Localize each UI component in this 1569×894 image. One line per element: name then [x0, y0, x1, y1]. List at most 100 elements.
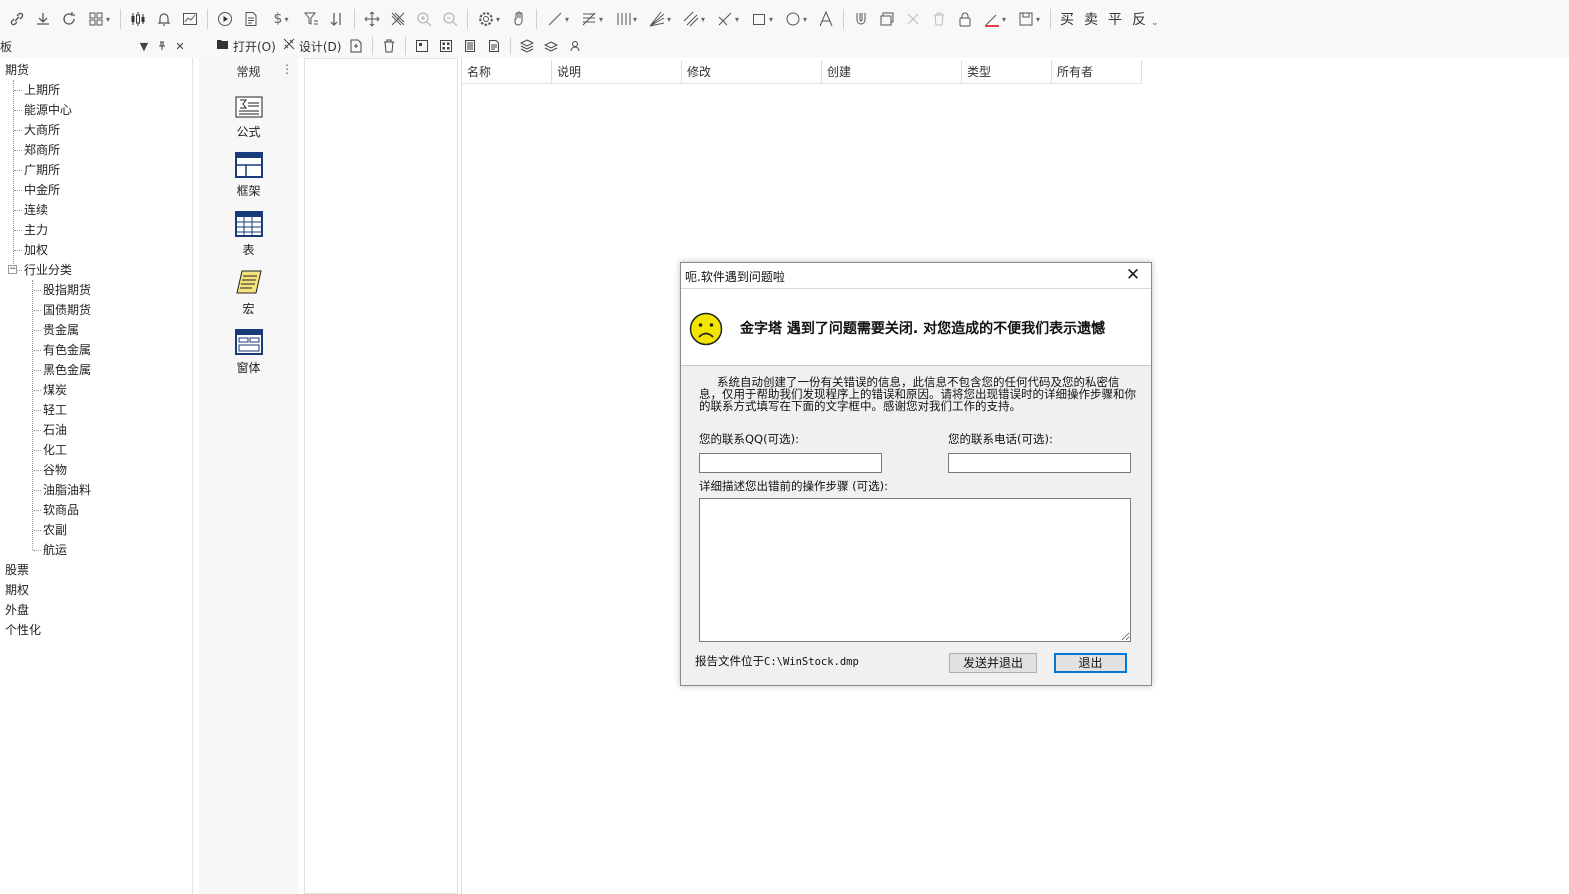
layers-icon[interactable] [875, 7, 899, 31]
tree-item[interactable]: 油脂油料 [0, 480, 192, 500]
collapse-icon[interactable]: − [8, 265, 17, 274]
open-button[interactable]: 打开(O) [213, 36, 279, 56]
table-item[interactable]: 表 [199, 202, 298, 261]
lock-icon[interactable] [953, 7, 977, 31]
pin-icon[interactable] [153, 37, 171, 55]
tree-item-stocks[interactable]: 股票 [0, 560, 192, 580]
design-button[interactable]: 设计(D) [279, 36, 345, 56]
chevron-down-icon[interactable]: ⌄ [1151, 18, 1159, 28]
hand-icon[interactable] [507, 7, 531, 31]
pen-icon[interactable] [979, 7, 1011, 31]
column-header-created[interactable]: 创建 [822, 60, 962, 84]
macro-item[interactable]: 宏 [199, 261, 298, 320]
tree-item-foreign[interactable]: 外盘 [0, 600, 192, 620]
stack-icon[interactable] [515, 36, 539, 56]
zoom-out-icon[interactable] [438, 7, 462, 31]
delete-icon[interactable] [901, 7, 925, 31]
sell-button[interactable]: 卖 [1079, 9, 1103, 29]
candlestick-icon[interactable] [126, 7, 150, 31]
reverse-button[interactable]: 反 [1127, 9, 1151, 29]
fib-icon[interactable] [576, 7, 608, 31]
tree-item-custom[interactable]: 个性化 [0, 620, 192, 640]
grid-icon[interactable] [83, 7, 115, 31]
text-icon[interactable] [814, 7, 838, 31]
new-doc-icon[interactable] [344, 36, 368, 56]
tree-item[interactable]: 轻工 [0, 400, 192, 420]
tree-item[interactable]: 广期所 [0, 160, 192, 180]
frame-item[interactable]: 框架 [199, 143, 298, 202]
dollar-icon[interactable]: $ [265, 7, 297, 31]
trash-icon[interactable] [377, 36, 401, 56]
tree-item[interactable]: 谷物 [0, 460, 192, 480]
chevron-down-icon[interactable]: ▼ [135, 37, 153, 55]
tree-item[interactable]: 大商所 [0, 120, 192, 140]
tree-item-options[interactable]: 期权 [0, 580, 192, 600]
buy-button[interactable]: 买 [1055, 9, 1079, 29]
folder-panel[interactable] [304, 58, 458, 894]
user-icon[interactable] [563, 36, 587, 56]
fan-icon[interactable] [644, 7, 676, 31]
column-header-description[interactable]: 说明 [552, 60, 682, 84]
tree-item[interactable]: 国债期货 [0, 300, 192, 320]
bell-icon[interactable] [152, 7, 176, 31]
tree-item[interactable]: 煤炭 [0, 380, 192, 400]
column-header-name[interactable]: 名称 [462, 60, 552, 84]
zoom-in-icon[interactable] [412, 7, 436, 31]
tree-item[interactable]: 贵金属 [0, 320, 192, 340]
refresh-icon[interactable] [57, 7, 81, 31]
tree-item[interactable]: 石油 [0, 420, 192, 440]
layout-list-icon[interactable] [458, 36, 482, 56]
column-header-type[interactable]: 类型 [962, 60, 1052, 84]
sort-icon[interactable] [325, 7, 349, 31]
tree-item[interactable]: 有色金属 [0, 340, 192, 360]
qq-input[interactable] [699, 453, 882, 473]
tree-item[interactable]: 黑色金属 [0, 360, 192, 380]
parallel-icon[interactable] [678, 7, 710, 31]
tree-item[interactable]: 能源中心 [0, 100, 192, 120]
rect-icon[interactable] [746, 7, 778, 31]
column-header-owner[interactable]: 所有者 [1052, 60, 1142, 84]
layout-detail-icon[interactable] [482, 36, 506, 56]
flat-button[interactable]: 平 [1103, 9, 1127, 29]
circle-icon[interactable] [780, 7, 812, 31]
magnet-icon[interactable] [849, 7, 873, 31]
tree-item[interactable]: 上期所 [0, 80, 192, 100]
layout-small-icon[interactable] [410, 36, 434, 56]
tree-item-industry[interactable]: − 行业分类 [0, 260, 192, 280]
column-header-modified[interactable]: 修改 [682, 60, 822, 84]
tree-item-futures[interactable]: 期货 [0, 60, 192, 80]
window-item[interactable]: 窗体 [199, 320, 298, 379]
stack-down-icon[interactable] [539, 36, 563, 56]
tree-item[interactable]: 软商品 [0, 500, 192, 520]
gear-icon[interactable] [473, 7, 505, 31]
phone-input[interactable] [948, 453, 1131, 473]
pattern-icon[interactable] [386, 7, 410, 31]
close-icon[interactable]: ✕ [171, 37, 189, 55]
tree-item[interactable]: 股指期货 [0, 280, 192, 300]
save-icon[interactable] [1013, 7, 1045, 31]
filter-icon[interactable] [299, 7, 323, 31]
tree-item[interactable]: 郑商所 [0, 140, 192, 160]
vbars-icon[interactable] [610, 7, 642, 31]
chart-icon[interactable] [178, 7, 202, 31]
formula-item[interactable]: 公式 [199, 84, 298, 143]
cross-icon[interactable] [712, 7, 744, 31]
layout-grid-icon[interactable] [434, 36, 458, 56]
tree-item[interactable]: 主力 [0, 220, 192, 240]
play-icon[interactable] [213, 7, 237, 31]
document-icon[interactable] [239, 7, 263, 31]
steps-textarea[interactable] [699, 498, 1131, 642]
close-icon[interactable]: ✕ [1123, 265, 1143, 285]
more-icon[interactable]: ⋮ [281, 62, 293, 76]
tree-item[interactable]: 航运 [0, 540, 192, 560]
tree-item[interactable]: 连续 [0, 200, 192, 220]
trash-icon[interactable] [927, 7, 951, 31]
tree-item[interactable]: 中金所 [0, 180, 192, 200]
tree-item[interactable]: 化工 [0, 440, 192, 460]
line-icon[interactable] [542, 7, 574, 31]
tree-item[interactable]: 加权 [0, 240, 192, 260]
move-icon[interactable] [360, 7, 384, 31]
send-and-exit-button[interactable]: 发送并退出 [949, 653, 1037, 673]
tree-item[interactable]: 农副 [0, 520, 192, 540]
exit-button[interactable]: 退出 [1054, 653, 1127, 673]
